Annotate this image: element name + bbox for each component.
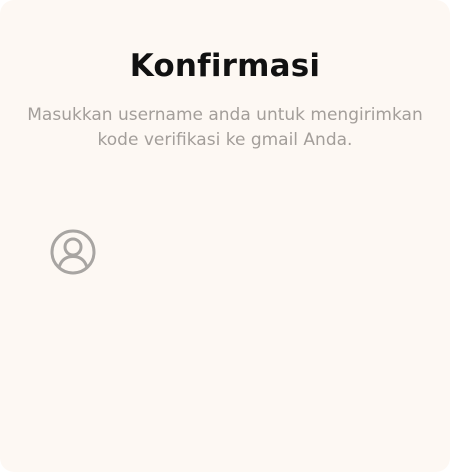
confirmation-card: Konfirmasi Masukkan username anda untuk … — [0, 0, 450, 472]
dialog-subtitle: Masukkan username anda untuk mengirimkan… — [27, 105, 423, 150]
dialog-title: Konfirmasi — [129, 48, 321, 84]
user-circle-icon — [49, 228, 97, 276]
username-input[interactable] — [106, 232, 406, 272]
username-field[interactable] — [30, 222, 420, 282]
